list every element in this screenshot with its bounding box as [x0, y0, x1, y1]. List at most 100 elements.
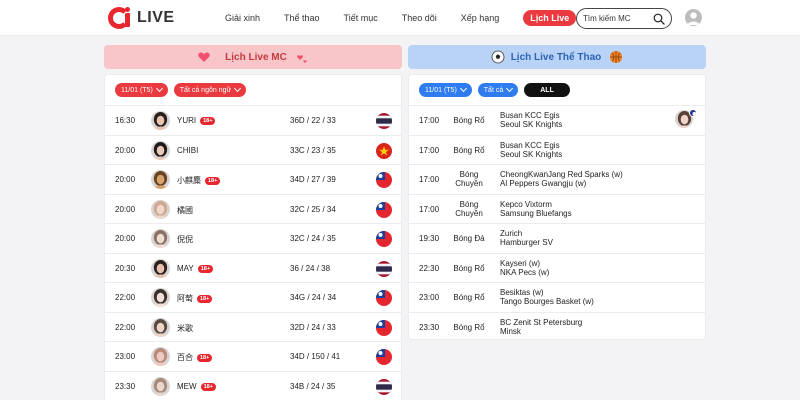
mc-name[interactable]: 米歌	[177, 323, 193, 334]
user-avatar-icon[interactable]	[685, 9, 702, 26]
flag-tw-icon	[376, 290, 392, 306]
mc-name[interactable]: 小麒麋 18+	[177, 175, 221, 186]
hearts-small-icon	[296, 55, 307, 63]
mc-measurements: 34G / 24 / 34	[290, 293, 337, 302]
match-teams[interactable]: Busan KCC Egis Seoul SK Knights	[500, 111, 562, 129]
match-teams[interactable]: CheongKwanJang Red Sparks (w) Al Peppers …	[500, 170, 623, 188]
mc-schedule-row[interactable]: 23:30 MEW 18+ 34B / 24 / 35	[105, 370, 401, 400]
team-home: Busan KCC Egis	[500, 140, 560, 150]
mc-avatar[interactable]	[151, 140, 170, 160]
mc-time: 20:00	[115, 204, 136, 214]
mc-measurements: 32C / 25 / 34	[290, 204, 336, 214]
mc-name[interactable]: 橘國	[177, 205, 193, 216]
mc-name[interactable]: MAY 18+	[177, 264, 214, 273]
team-away: Seoul SK Knights	[500, 149, 563, 159]
mc-language-filter[interactable]: Tất cả ngôn ngữ	[173, 83, 247, 97]
match-teams[interactable]: Kayseri (w) NKA Pecs (w)	[500, 259, 549, 277]
nav-theo-doi[interactable]: Theo dõi	[402, 13, 437, 23]
sport-type: Bóng Rổ	[453, 293, 485, 302]
match-time: 23:00	[419, 293, 440, 302]
adult-badge: 18+	[200, 382, 216, 391]
mc-name[interactable]: 倪倪	[177, 234, 193, 245]
sports-schedule-row[interactable]: 22:30 Bóng Rổ Kayseri (w) NKA Pecs (w)	[409, 252, 705, 283]
match-time: 17:00	[419, 204, 440, 214]
search-input[interactable]	[583, 14, 653, 23]
adult-badge: 18+	[205, 177, 221, 185]
mc-schedule-panel: 11/01 (T5) Tất cả ngôn ngữ 16:30 YURI 18+ 3…	[104, 74, 402, 400]
flag-tw-icon	[376, 201, 392, 218]
site-logo[interactable]: LIVE	[108, 7, 175, 29]
mc-schedule-row[interactable]: 22:00 米歌 32D / 24 / 33	[105, 311, 401, 342]
flag-th-icon	[376, 113, 392, 129]
mc-schedule-row[interactable]: 20:30 MAY 18+ 36 / 24 / 38	[105, 252, 401, 283]
sports-schedule-row[interactable]: 17:00 Bóng Rổ Busan KCC Egis Seoul SK Knigh…	[409, 134, 705, 165]
team-home: Busan KCC Egis	[500, 111, 560, 120]
team-home: Zurich	[500, 229, 523, 238]
match-teams[interactable]: Besiktas (w) Tango Bourges Basket (w)	[500, 288, 594, 306]
sports-schedule-panel: 11/01 (T5) Tất cả ALL 17:00 Bóng Rổ Busan …	[408, 74, 706, 340]
heart-icon	[198, 52, 210, 62]
mc-time: 16:30	[115, 116, 136, 125]
mc-measurements: 36D / 22 / 33	[290, 116, 336, 125]
match-time: 17:00	[419, 175, 440, 184]
chevron-down-icon	[459, 84, 467, 93]
sports-schedule-row[interactable]: 23:30 Bóng Rổ BC Zenit St Petersburg Minsk	[409, 311, 705, 340]
search-icon[interactable]	[653, 13, 665, 25]
mc-measurements: 32D / 24 / 33	[290, 322, 336, 332]
sports-schedule-row[interactable]: 23:00 Bóng Rổ Besiktas (w) Tango Bourges Ba…	[409, 282, 705, 312]
nav-xep-hang[interactable]: Xếp hạng	[461, 13, 500, 23]
nav-tiet-muc[interactable]: Tiết mục	[344, 13, 378, 23]
mc-name[interactable]: YURI 18+	[177, 116, 216, 125]
mc-avatar[interactable]	[151, 317, 170, 337]
sports-schedule-row[interactable]: 17:00 Bóng Rổ Busan KCC Egis Seoul SK Knigh…	[409, 105, 705, 135]
nav-the-thao[interactable]: Thể thao	[284, 13, 320, 23]
team-away: Seoul SK Knights	[500, 120, 563, 129]
team-home: Besiktas (w)	[500, 288, 544, 297]
match-teams[interactable]: BC Zenit St Petersburg Minsk	[500, 318, 582, 336]
mc-avatar[interactable]	[151, 288, 170, 307]
sports-schedule-row[interactable]: 19:30 Bóng Đá Zurich Hamburger SV	[409, 223, 705, 253]
mc-avatar[interactable]	[151, 229, 170, 248]
mc-time: 23:00	[115, 352, 136, 361]
mc-name[interactable]: MEW 18+	[177, 382, 216, 391]
flag-vn-icon	[376, 142, 392, 159]
adult-badge: 18+	[197, 354, 213, 362]
mc-avatar[interactable]	[151, 111, 170, 130]
mc-avatar[interactable]	[151, 347, 170, 366]
mc-measurements: 32C / 24 / 35	[290, 234, 336, 243]
sports-schedule-row[interactable]: 17:00 Bóng Chuyền Kepco Vixtorm Samsung Blue…	[409, 193, 705, 224]
match-teams[interactable]: Zurich Hamburger SV	[500, 229, 553, 247]
mc-name[interactable]: 百合 18+	[177, 352, 213, 363]
mc-schedule-row[interactable]: 22:00 阿萄 18+ 34G / 24 / 34	[105, 282, 401, 312]
team-away: NKA Pecs (w)	[500, 267, 550, 277]
mc-name[interactable]: 阿萄 18+	[177, 293, 213, 304]
match-teams[interactable]: Busan KCC Egis Seoul SK Knights	[500, 141, 562, 159]
mc-schedule-row[interactable]: 20:00 小麒麋 18+ 34D / 27 / 39	[105, 164, 401, 194]
chevron-down-icon	[234, 84, 242, 93]
nav-giai-xinh[interactable]: Giải xinh	[225, 13, 260, 23]
sports-category-filter[interactable]: Tất cả	[477, 83, 519, 97]
mc-measurements: 34D / 27 / 39	[290, 175, 336, 184]
mc-schedule-header: Lịch Live MC	[104, 45, 402, 69]
mc-schedule-title: Lịch Live MC	[225, 51, 287, 63]
match-teams[interactable]: Kepco Vixtorm Samsung Bluefangs	[500, 200, 572, 218]
mc-time: 20:30	[115, 263, 136, 273]
sports-date-filter[interactable]: 11/01 (T5)	[419, 83, 472, 97]
mc-avatar[interactable]	[151, 170, 170, 189]
mc-date-filter[interactable]: 11/01 (T5)	[115, 83, 168, 97]
mc-avatar[interactable]	[151, 376, 170, 396]
sports-schedule-row[interactable]: 17:00 Bóng Chuyền CheongKwanJang Red Sparks…	[409, 164, 705, 194]
mc-avatar[interactable]	[151, 199, 170, 219]
mc-schedule-row[interactable]: 20:00 倪倪 32C / 24 / 35	[105, 223, 401, 253]
sport-type: Bóng Chuyền	[455, 170, 483, 188]
nav-lich-live[interactable]: Lịch Live	[523, 10, 577, 26]
mc-avatar[interactable]	[151, 258, 170, 278]
mc-name[interactable]: CHIBI	[177, 146, 198, 155]
team-home: Kepco Vixtorm	[500, 199, 552, 209]
sports-all-button[interactable]: ALL	[524, 83, 570, 97]
mc-schedule-row[interactable]: 23:00 百合 18+ 34D / 150 / 41	[105, 341, 401, 371]
logo-mark-icon	[108, 7, 134, 29]
mc-schedule-row[interactable]: 20:00 橘國 32C / 25 / 34	[105, 193, 401, 224]
mc-schedule-row[interactable]: 16:30 YURI 18+ 36D / 22 / 33	[105, 105, 401, 135]
mc-schedule-row[interactable]: 20:00 CHIBI 33C / 23 / 35	[105, 134, 401, 165]
